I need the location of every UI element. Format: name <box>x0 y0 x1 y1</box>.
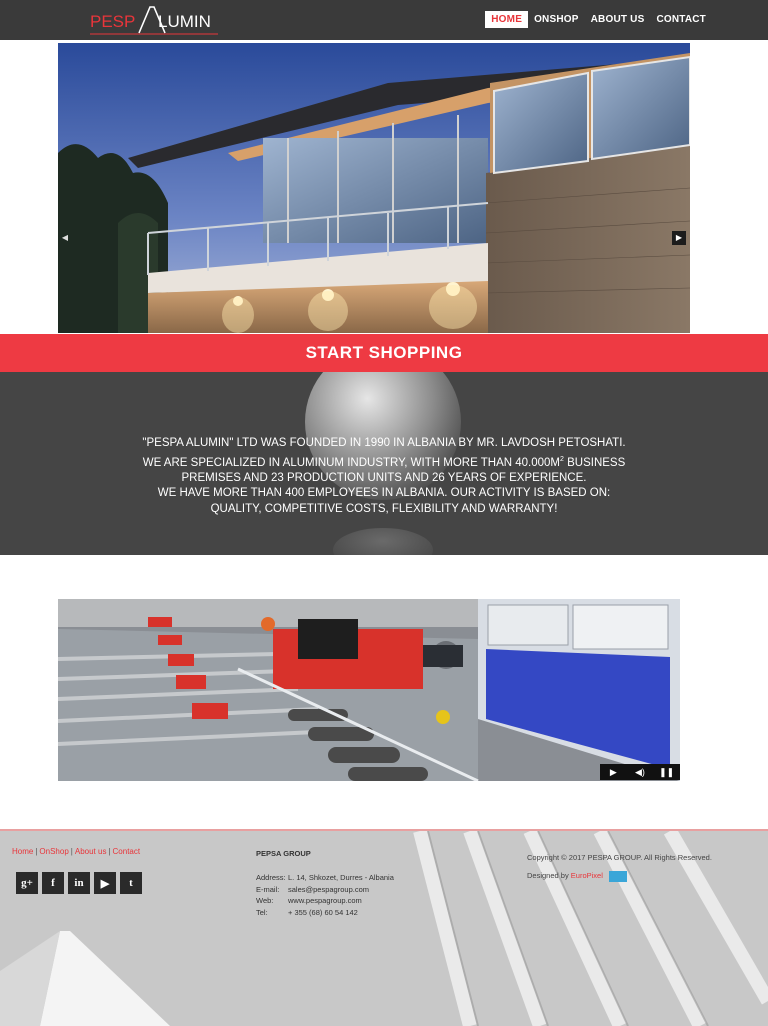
footer-link-about-us[interactable]: About us <box>75 847 107 856</box>
footer-links: Home | OnShop | About us | Contact <box>12 847 141 856</box>
logo-text-left: PESP <box>90 12 135 31</box>
nav-about-us[interactable]: ABOUT US <box>585 11 651 28</box>
about-section: "PESPA ALUMIN" LTD WAS FOUNDED IN 1990 I… <box>0 372 768 555</box>
header: PESP LUMIN HOME ONSHOP ABOUT US CONTACT <box>0 0 768 40</box>
contact-tel: Tel: + 355 (68) 60 54 142 <box>256 907 358 917</box>
start-shopping-button[interactable]: START SHOPPING <box>0 334 768 372</box>
slider-prev-button[interactable]: ◀ <box>58 231 72 245</box>
footer-link-onshop[interactable]: OnShop <box>39 847 68 856</box>
hero-slider-image <box>58 43 690 333</box>
company-info: PEPSA GROUP Address: L. 14, Shkozet, Durr… <box>256 849 394 918</box>
pespa-alumin-logo[interactable]: PESP LUMIN <box>88 5 224 37</box>
contact-address: Address: L. 14, Shkozet, Durres - Albania <box>256 873 394 882</box>
designed-by: Designed by EuroPixel <box>527 867 712 885</box>
footer: Home | OnShop | About us | Contact g+ f in ▶ t… <box>0 829 768 1026</box>
contact-email[interactable]: E-mail: sales@pespagroup.com <box>256 884 394 896</box>
google-plus-icon[interactable]: g+ <box>16 872 38 894</box>
factory-video[interactable] <box>58 599 680 781</box>
start-shopping-label: START SHOPPING <box>305 343 463 362</box>
twitter-icon[interactable]: t <box>120 872 142 894</box>
video-controls: ▶ ◀) ❚❚ <box>600 764 680 780</box>
nav-contact[interactable]: CONTACT <box>650 11 712 28</box>
social-icons: g+ f in ▶ t <box>16 872 142 894</box>
contact-web[interactable]: Web: www.pespagroup.com <box>256 895 394 907</box>
europixel-logo[interactable] <box>609 870 627 882</box>
facebook-icon[interactable]: f <box>42 872 64 894</box>
nav-home[interactable]: HOME <box>485 11 529 28</box>
main-nav: HOME ONSHOP ABOUT US CONTACT <box>485 11 712 28</box>
nav-onshop[interactable]: ONSHOP <box>528 11 585 28</box>
designer-link[interactable]: EuroPixel <box>571 871 603 880</box>
logo-text-right: LUMIN <box>158 12 211 31</box>
play-icon[interactable]: ▶ <box>604 767 622 778</box>
linkedin-icon[interactable]: in <box>68 872 90 894</box>
footer-link-home[interactable]: Home <box>12 847 33 856</box>
footer-link-contact[interactable]: Contact <box>113 847 141 856</box>
slider-next-button[interactable]: ▶ <box>672 231 686 245</box>
copyright-text: Copyright © 2017 PESPA GROUP. All Rights… <box>527 853 712 862</box>
company-title: PEPSA GROUP <box>256 849 311 858</box>
copyright: Copyright © 2017 PESPA GROUP. All Rights… <box>527 849 712 885</box>
pause-icon[interactable]: ❚❚ <box>658 767 676 778</box>
volume-icon[interactable]: ◀) <box>631 767 649 778</box>
about-description: "PESPA ALUMIN" LTD WAS FOUNDED IN 1990 I… <box>142 437 626 515</box>
youtube-icon[interactable]: ▶ <box>94 872 116 894</box>
